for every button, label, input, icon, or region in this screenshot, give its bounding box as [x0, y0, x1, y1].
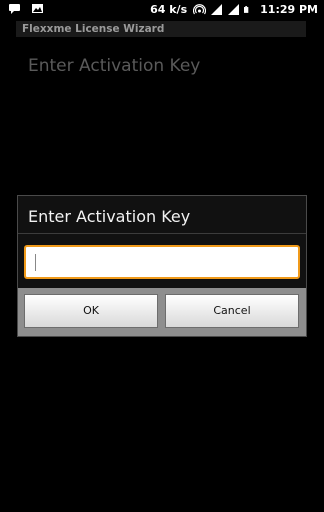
image-notification-icon	[32, 4, 43, 13]
dialog-button-bar: OK Cancel	[18, 288, 306, 336]
ok-button[interactable]: OK	[24, 294, 158, 328]
dialog-title: Enter Activation Key	[28, 207, 191, 226]
hotspot-icon	[193, 4, 207, 15]
chat-notification-icon	[9, 4, 20, 14]
status-bar: 64 k/s 11:29 PM	[0, 0, 324, 21]
battery-icon	[244, 6, 249, 13]
signal-icon	[228, 4, 240, 15]
activation-key-input[interactable]	[24, 245, 300, 279]
app-title-bar: Flexxme License Wizard	[16, 21, 306, 37]
clock: 11:29 PM	[260, 3, 318, 16]
signal-icon	[211, 4, 223, 15]
page-heading: Enter Activation Key	[28, 56, 201, 76]
notification-icons	[8, 3, 44, 14]
network-speed: 64 k/s	[150, 3, 188, 16]
dialog-divider	[18, 233, 306, 234]
activation-dialog: Enter Activation Key OK Cancel	[17, 195, 307, 337]
text-caret	[35, 254, 36, 271]
cancel-button[interactable]: Cancel	[165, 294, 299, 328]
